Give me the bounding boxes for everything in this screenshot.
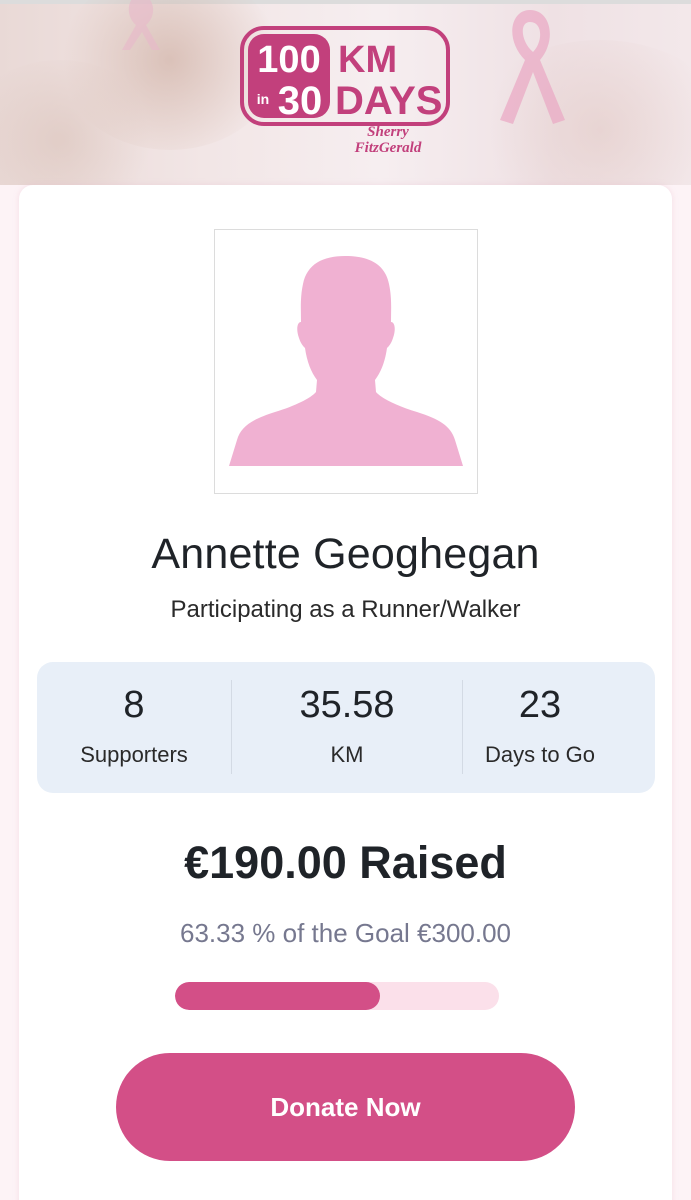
stat-label: Days to Go [484, 742, 596, 767]
page: 100 in 30 KM DAYS Sherry FitzGerald Anne… [0, 0, 691, 1200]
person-silhouette-icon [229, 256, 463, 466]
participant-name: Annette Geoghegan [151, 530, 540, 578]
logo-line2-number: 30 [278, 79, 323, 123]
stat-label: Supporters [80, 742, 188, 767]
logo-brand-line2: FitzGerald [354, 140, 422, 156]
logo-brand-line1: Sherry [367, 124, 409, 140]
stat-days-to-go: 23 Days to Go [463, 662, 617, 793]
header-banner: 100 in 30 KM DAYS Sherry FitzGerald [0, 0, 691, 185]
goal-progress-text: 63.33 % of the Goal €300.00 [179, 918, 512, 948]
progress-bar [175, 982, 499, 1010]
stat-value: 23 [518, 684, 562, 726]
logo-small-word: in [257, 91, 269, 107]
progress-bar-fill [175, 982, 381, 1010]
donate-now-button[interactable]: Donate Now [116, 1053, 575, 1161]
stat-value: 35.58 [299, 684, 395, 726]
amount-raised: €190.00 Raised [184, 837, 507, 888]
stat-supporters: 8 Supporters [37, 662, 231, 793]
stat-label: KM [330, 742, 364, 767]
avatar [214, 229, 478, 494]
participant-role: Participating as a Runner/Walker [170, 596, 521, 623]
fundraiser-card: Annette Geoghegan Participating as a Run… [19, 185, 672, 1200]
stat-value: 8 [123, 684, 145, 726]
logo-line1-number: 100 [257, 39, 320, 81]
logo-line2-unit: DAYS [335, 79, 442, 123]
event-logo: 100 in 30 KM DAYS Sherry FitzGerald [240, 26, 450, 156]
stats-panel: 8 Supporters 35.58 KM 23 Days to Go [37, 662, 655, 793]
pink-ribbon-icon [500, 10, 565, 124]
logo-line1-unit: KM [338, 39, 397, 81]
pink-ribbon-icon [122, 0, 160, 50]
stat-km: 35.58 KM [232, 662, 462, 793]
